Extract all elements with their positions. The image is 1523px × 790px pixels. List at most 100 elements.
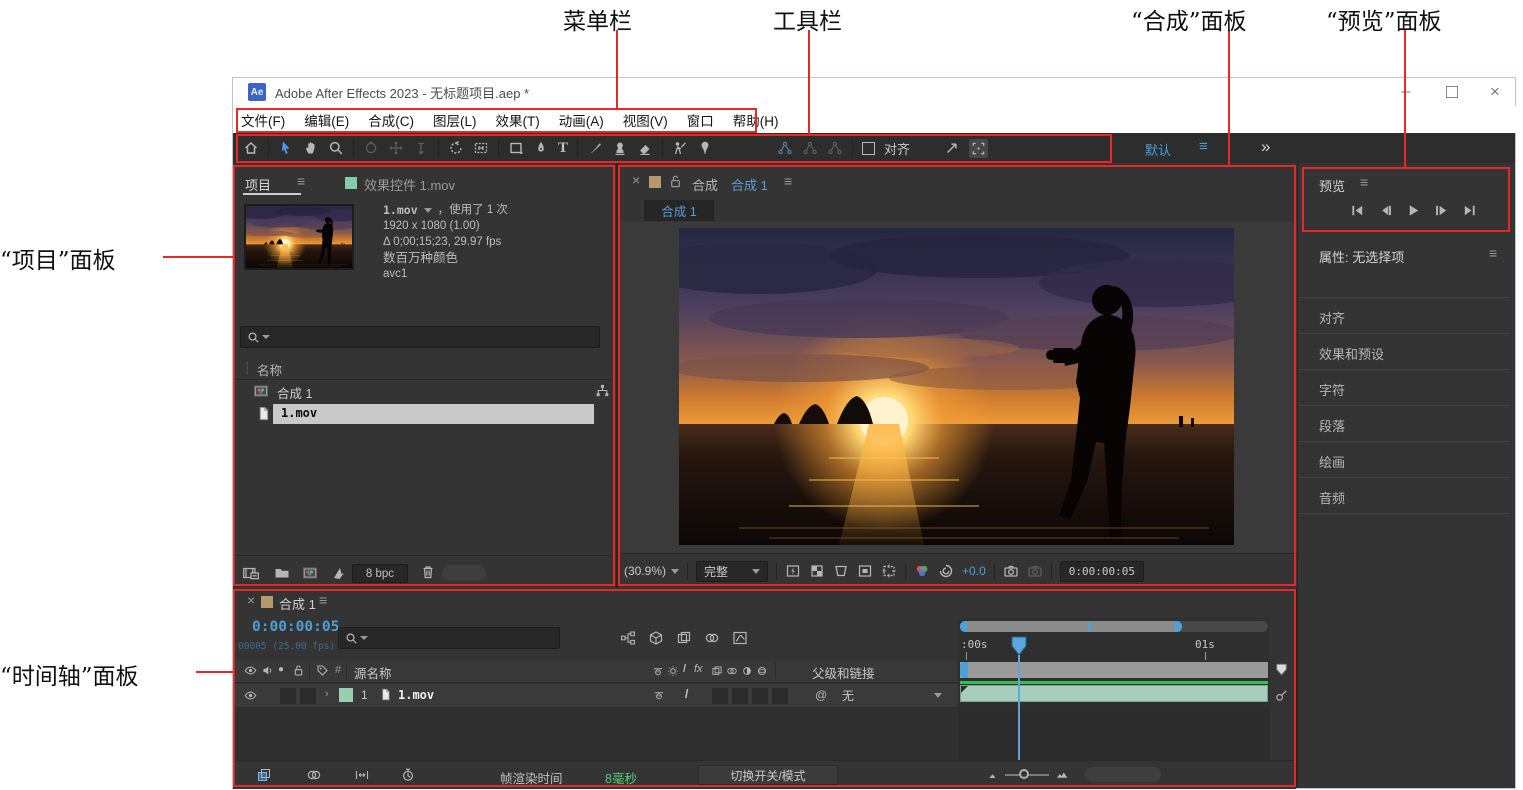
play-button[interactable] xyxy=(1406,203,1421,218)
menu-layer[interactable]: 图层(L) xyxy=(433,110,477,130)
first-frame-button[interactable] xyxy=(1350,203,1365,218)
stacked-panel-align[interactable]: 对齐 xyxy=(1319,308,1345,327)
timeline-tab-close-icon[interactable]: × xyxy=(247,593,255,607)
preview-panel-menu-icon[interactable]: ≡ xyxy=(1360,175,1368,189)
layer-switch-cell[interactable] xyxy=(772,688,788,704)
project-row-footage[interactable]: 1.mov xyxy=(233,403,616,425)
menu-file[interactable]: 文件(F) xyxy=(241,110,285,130)
render-time-pane-icon[interactable] xyxy=(400,767,416,783)
fx-column-icon[interactable]: fx xyxy=(694,663,703,675)
layer-inout-icon[interactable] xyxy=(1274,688,1289,703)
stacked-panel-paint[interactable]: 绘画 xyxy=(1319,452,1345,471)
layer-shy-toggle-icon[interactable] xyxy=(653,689,665,701)
bit-depth-button[interactable]: 8 bpc xyxy=(352,564,408,583)
comp-tab-close-icon[interactable]: × xyxy=(632,173,640,187)
layer-row[interactable]: › 1 1.mov / @ 无 xyxy=(233,684,958,708)
playhead-line[interactable] xyxy=(1018,655,1020,760)
maximize-button[interactable] xyxy=(1429,86,1475,98)
type-tool-icon[interactable]: T xyxy=(558,140,568,157)
region-of-interest-toggle-icon[interactable] xyxy=(881,563,897,579)
fast-previews-icon[interactable] xyxy=(785,563,801,579)
next-frame-button[interactable] xyxy=(1434,203,1449,218)
new-composition-icon[interactable] xyxy=(302,565,318,581)
timeline-panel-menu-icon[interactable]: ≡ xyxy=(319,593,327,607)
layer-duration-bar[interactable] xyxy=(960,685,1268,702)
brush-tool-icon[interactable] xyxy=(587,140,603,156)
composition-preview-image[interactable] xyxy=(679,228,1234,545)
nav-bar-end-handle[interactable] xyxy=(1175,621,1182,632)
frame-blend-column-icon[interactable] xyxy=(711,665,723,677)
layer-switch-cell[interactable] xyxy=(300,688,316,704)
layer-switch-cell[interactable] xyxy=(712,688,728,704)
footage-thumbnail[interactable] xyxy=(244,204,354,270)
lock-column-icon[interactable] xyxy=(292,664,305,677)
hand-tool-icon[interactable] xyxy=(303,140,319,156)
comp-panel-menu-icon[interactable]: ≡ xyxy=(784,174,792,188)
work-area-bar[interactable] xyxy=(960,662,1268,678)
timeline-search-input[interactable] xyxy=(338,627,560,649)
layer-video-eye-icon[interactable] xyxy=(244,689,257,702)
comp-tab-name[interactable]: 合成 1 xyxy=(731,175,768,194)
quality-column-icon[interactable]: / xyxy=(683,663,686,675)
workspace-name[interactable]: 默认 xyxy=(1145,140,1171,159)
work-area-start-handle[interactable] xyxy=(960,662,968,678)
video-column-icon[interactable] xyxy=(244,664,257,677)
timeline-nav-bar[interactable] xyxy=(960,621,1268,632)
graph-editor-icon[interactable] xyxy=(732,630,748,646)
toolbar-overflow-icon[interactable]: » xyxy=(1261,137,1270,157)
transparency-grid-icon[interactable] xyxy=(809,563,825,579)
zoom-in-mountain-icon[interactable] xyxy=(1056,768,1069,781)
mask-visibility-icon[interactable] xyxy=(833,563,849,579)
search-options-caret-icon[interactable] xyxy=(262,335,270,339)
resolution-dropdown[interactable]: 完整 xyxy=(696,561,768,582)
dolly-camera-tool-icon[interactable] xyxy=(413,140,429,156)
interpret-footage-icon[interactable] xyxy=(242,564,260,582)
nav-bar-start-handle[interactable] xyxy=(960,621,967,632)
menu-view[interactable]: 视图(V) xyxy=(623,110,668,130)
workspace-menu-icon[interactable]: ≡ xyxy=(1199,138,1208,155)
rotation-tool-icon[interactable] xyxy=(448,140,464,156)
preview-panel-title[interactable]: 预览 xyxy=(1319,176,1345,195)
grid-guides-icon[interactable] xyxy=(857,563,873,579)
pen-tool-icon[interactable] xyxy=(533,140,549,156)
zoom-tool-icon[interactable] xyxy=(328,140,344,156)
adjustment-column-icon[interactable] xyxy=(741,665,753,677)
solo-column-icon[interactable]: ● xyxy=(278,664,284,675)
layer-switches-pane-icon[interactable] xyxy=(256,767,272,783)
layer-fade-handle[interactable] xyxy=(961,686,968,693)
comp-timecode-field[interactable]: 0:00:00:05 xyxy=(1060,561,1144,582)
inout-pane-icon[interactable] xyxy=(354,767,370,783)
footer-scroll-pill[interactable] xyxy=(442,565,486,581)
source-name-column-header[interactable]: 源名称 xyxy=(354,663,392,682)
threed-column-icon[interactable] xyxy=(756,665,768,677)
selection-tool-icon[interactable] xyxy=(278,140,294,156)
motion-blur-icon[interactable] xyxy=(704,630,720,646)
timeline-zoom-slider-knob[interactable] xyxy=(1019,769,1029,779)
launch-arrow-icon[interactable] xyxy=(944,140,960,156)
show-snapshot-icon[interactable] xyxy=(1027,563,1043,579)
previous-frame-button[interactable] xyxy=(1378,203,1393,218)
footage-info-name[interactable]: 1.mov xyxy=(383,202,418,218)
search-options-caret-icon[interactable] xyxy=(360,636,368,640)
tab-effect-controls[interactable]: 效果控件 1.mov xyxy=(364,175,455,194)
titlebar[interactable]: Ae Adobe After Effects 2023 - 无标题项目.aep … xyxy=(233,78,1515,106)
roto-brush-tool-icon[interactable] xyxy=(672,140,688,156)
timeline-scroll-pill[interactable] xyxy=(1085,767,1161,782)
transfer-controls-pane-icon[interactable] xyxy=(306,767,322,783)
footage-info-caret-icon[interactable] xyxy=(424,208,432,213)
timeline-tab-name[interactable]: 合成 1 xyxy=(279,594,316,613)
comp-network-icon[interactable] xyxy=(595,383,610,398)
snap-checkbox[interactable] xyxy=(862,142,875,155)
orbit-camera-tool-icon[interactable] xyxy=(363,140,379,156)
timeline-track-empty[interactable] xyxy=(958,708,1270,760)
index-column-header[interactable]: # xyxy=(335,664,341,676)
project-panel-menu-icon[interactable]: ≡ xyxy=(297,174,305,188)
timeline-empty-area[interactable] xyxy=(233,708,958,760)
puppet-pin-tool-icon[interactable] xyxy=(697,140,713,156)
menu-edit[interactable]: 编辑(E) xyxy=(304,110,349,130)
project-settings-icon[interactable] xyxy=(331,565,347,581)
snapshot-icon[interactable] xyxy=(1003,563,1019,579)
menu-effect[interactable]: 效果(T) xyxy=(496,110,540,130)
comp-viewer-tab[interactable]: 合成 1 xyxy=(644,200,714,221)
comp-tab-lock-icon[interactable] xyxy=(668,174,683,189)
